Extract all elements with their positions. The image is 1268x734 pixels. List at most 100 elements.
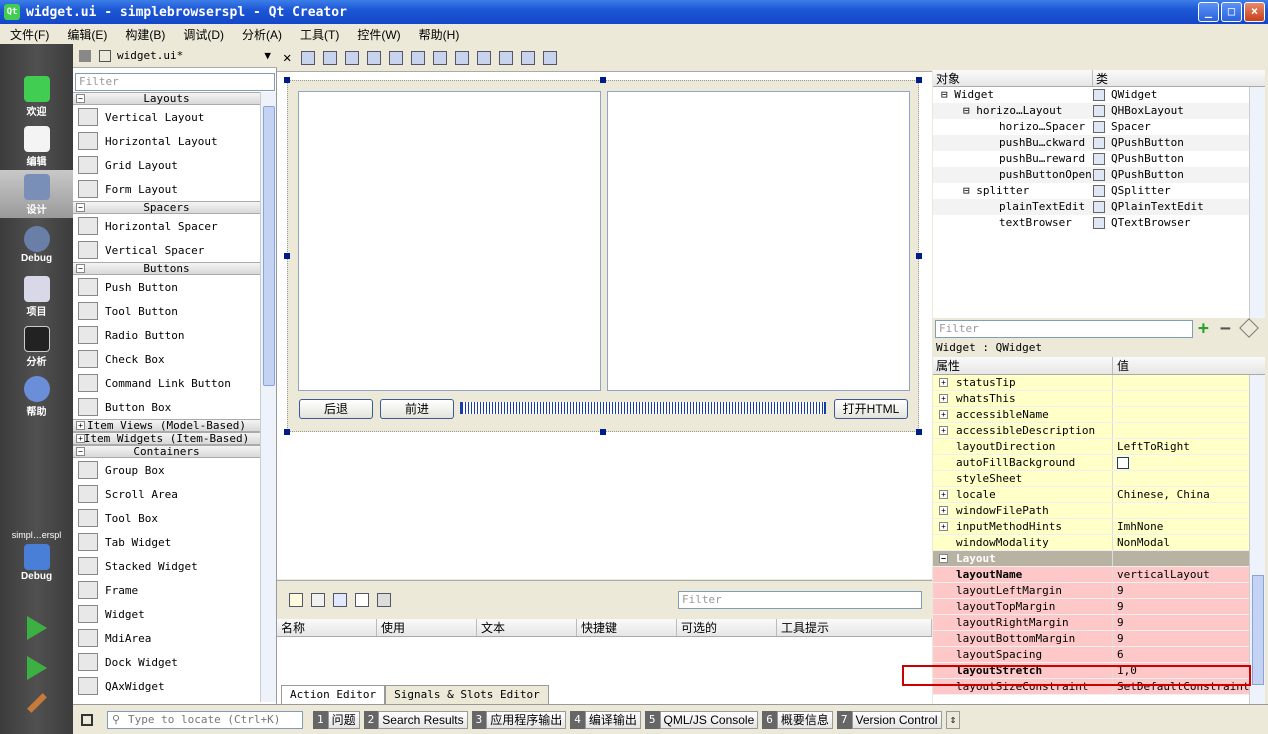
forward-button[interactable]: 前进 (380, 399, 454, 419)
configure-icon[interactable] (1239, 318, 1259, 338)
mode-welcome[interactable]: 欢迎 (0, 72, 73, 120)
scrollbar-thumb[interactable] (1252, 575, 1264, 685)
output-pane-button[interactable]: 1 问题 (313, 710, 360, 730)
widget-widget[interactable]: Widget (73, 602, 260, 626)
widget-radio-button[interactable]: Radio Button (73, 323, 260, 347)
column-header[interactable]: 使用 (377, 619, 477, 636)
property-row[interactable]: styleSheet (933, 471, 1265, 487)
property-row[interactable]: layoutName verticalLayout (933, 567, 1265, 583)
widget-horizontal-spacer[interactable]: Horizontal Spacer (73, 214, 260, 238)
menu-tools[interactable]: 工具(T) (290, 26, 347, 43)
maximize-button[interactable]: □ (1221, 2, 1242, 22)
edit-widgets-icon[interactable] (301, 50, 316, 65)
selection-handle[interactable] (284, 429, 290, 435)
column-header[interactable]: 属性 (933, 357, 1113, 374)
category-containers[interactable]: − Containers (73, 445, 260, 458)
expand-icon[interactable]: + (939, 394, 948, 403)
menu-file[interactable]: 文件(F) (0, 26, 57, 43)
tab-signals-slots[interactable]: Signals & Slots Editor (385, 685, 549, 705)
widget-group-box[interactable]: Group Box (73, 458, 260, 482)
property-editor-scrollbar[interactable] (1249, 375, 1265, 704)
property-row[interactable]: + accessibleDescription (933, 423, 1265, 439)
close-button[interactable]: × (1244, 2, 1265, 22)
scrollbar-thumb[interactable] (263, 106, 275, 386)
mode-debug[interactable]: Debug (0, 222, 73, 270)
minimize-button[interactable]: _ (1198, 2, 1219, 22)
widget-dock-widget[interactable]: Dock Widget (73, 650, 260, 674)
tree-toggle-icon[interactable]: ⊟ (941, 88, 954, 101)
property-row[interactable]: layoutTopMargin 9 (933, 599, 1265, 615)
expand-icon[interactable]: + (939, 490, 948, 499)
widget-button-box[interactable]: Button Box (73, 395, 260, 419)
property-group[interactable]: − Layout (933, 551, 1265, 567)
edit-signals-icon[interactable] (323, 50, 338, 65)
selection-handle[interactable] (916, 253, 922, 259)
mode-edit[interactable]: 编辑 (0, 122, 73, 170)
property-value[interactable]: 9 (1117, 600, 1124, 613)
widget-vertical-layout[interactable]: Vertical Layout (73, 105, 260, 129)
copy-action-icon[interactable] (311, 593, 325, 607)
column-header[interactable]: 可选的 (677, 619, 777, 636)
widget-command-link-button[interactable]: Command Link Button (73, 371, 260, 395)
column-header[interactable]: 类 (1093, 70, 1108, 86)
widget-horizontal-layout[interactable]: Horizontal Layout (73, 129, 260, 153)
widget-tab-widget[interactable]: Tab Widget (73, 530, 260, 554)
property-value[interactable]: ImhNone (1117, 520, 1163, 533)
toggle-sidebar-icon[interactable] (81, 713, 93, 726)
lay-out-vertical-splitter-icon[interactable] (455, 50, 470, 65)
property-row[interactable]: windowModality NonModal (933, 535, 1265, 551)
menu-build[interactable]: 构建(B) (115, 26, 173, 43)
widget-mdi-area[interactable]: MdiArea (73, 626, 260, 650)
mode-design[interactable]: 设计 (0, 170, 73, 218)
adjust-size-icon[interactable] (543, 50, 558, 65)
text-browser[interactable] (607, 91, 910, 391)
widget-tool-button[interactable]: Tool Button (73, 299, 260, 323)
menu-edit[interactable]: 编辑(E) (57, 26, 115, 43)
expand-icon[interactable]: + (939, 426, 948, 435)
property-value[interactable]: Chinese, China (1117, 488, 1210, 501)
lay-out-vertically-icon[interactable] (411, 50, 426, 65)
widget-form[interactable]: 后退 前进 打开HTML (284, 77, 922, 435)
new-action-icon[interactable] (289, 593, 303, 607)
menu-debug[interactable]: 调试(D) (173, 26, 232, 43)
locate-input[interactable]: ⚲ Type to locate (Ctrl+K) (107, 710, 303, 729)
output-pane-button[interactable]: 3 应用程序输出 (471, 710, 567, 730)
edit-buddies-icon[interactable] (345, 50, 360, 65)
widget-push-button[interactable]: Push Button (73, 275, 260, 299)
expand-icon[interactable]: + (939, 522, 948, 531)
widget-grid-layout[interactable]: Grid Layout (73, 153, 260, 177)
property-value[interactable]: NonModal (1117, 536, 1170, 549)
object-row[interactable]: ⊟ splitter QSplitter (933, 183, 1265, 199)
object-row[interactable]: plainTextEdit QPlainTextEdit (933, 199, 1265, 215)
remove-property-icon[interactable]: − (1220, 318, 1231, 339)
property-row[interactable]: + windowFilePath (933, 503, 1265, 519)
object-row[interactable]: ⊟ horizo…Layout QHBoxLayout (933, 103, 1265, 119)
widget-stacked-widget[interactable]: Stacked Widget (73, 554, 260, 578)
category-item-widgets[interactable]: + Item Widgets (Item-Based) (73, 432, 260, 445)
debug-run-button[interactable] (0, 652, 73, 682)
run-button[interactable] (0, 612, 73, 642)
collapse-icon[interactable]: − (939, 554, 948, 563)
property-row[interactable]: + locale Chinese, China (933, 487, 1265, 503)
column-header[interactable]: 工具提示 (777, 619, 932, 636)
menu-help[interactable]: 帮助(H) (409, 26, 468, 43)
column-header[interactable]: 文本 (477, 619, 577, 636)
open-html-button[interactable]: 打开HTML (834, 399, 908, 419)
file-tab[interactable]: widget.ui* (117, 49, 183, 62)
selection-handle[interactable] (916, 429, 922, 435)
property-row[interactable]: layoutDirection LeftToRight (933, 439, 1265, 455)
edit-tab-order-icon[interactable] (367, 50, 382, 65)
selection-handle[interactable] (284, 77, 290, 83)
category-item-views[interactable]: + Item Views (Model-Based) (73, 419, 260, 432)
selection-handle[interactable] (600, 429, 606, 435)
output-pane-button[interactable]: 5 QML/JS Console (644, 710, 759, 730)
tree-toggle-icon[interactable]: ⊟ (963, 104, 976, 117)
mode-projects[interactable]: 项目 (0, 272, 73, 320)
kit-selector[interactable]: simpl…erspl Debug (0, 530, 73, 590)
chevron-updown-icon[interactable]: ⇕ (945, 710, 961, 729)
lay-out-grid-icon[interactable] (499, 50, 514, 65)
expand-icon[interactable]: + (939, 410, 948, 419)
mode-help[interactable]: 帮助 (0, 372, 73, 420)
property-row[interactable]: + whatsThis (933, 391, 1265, 407)
expand-icon[interactable]: + (939, 378, 948, 387)
